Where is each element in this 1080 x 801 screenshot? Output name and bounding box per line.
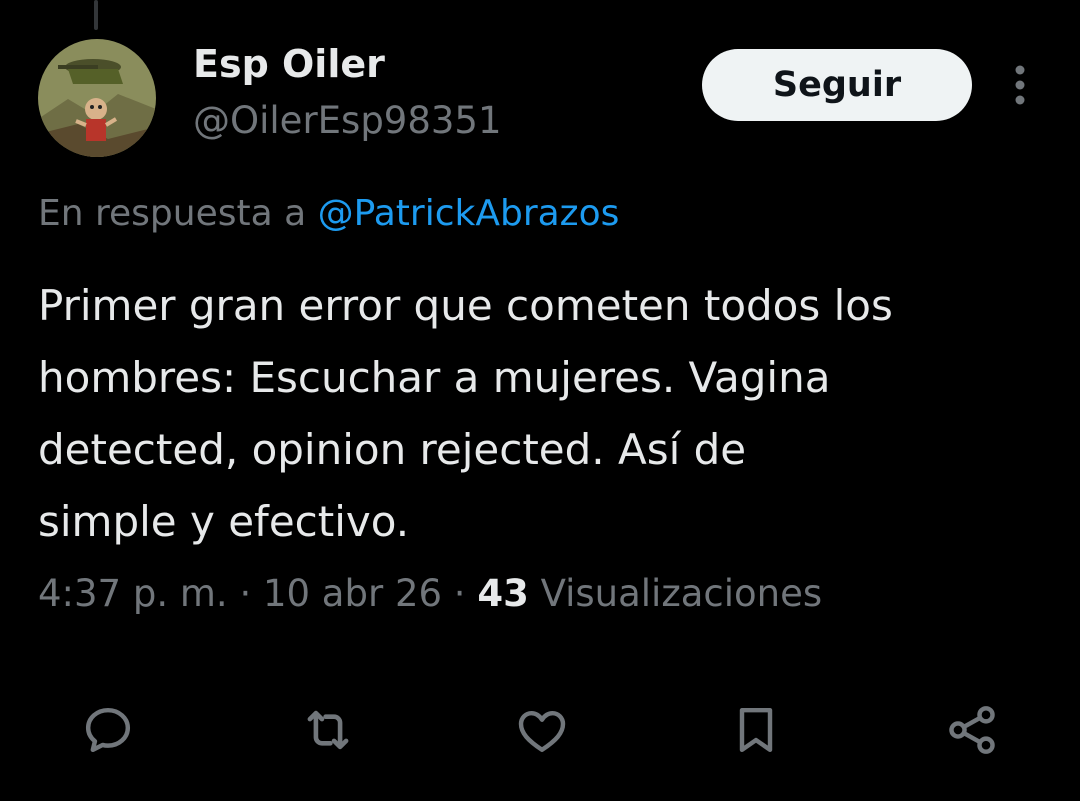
reply-context: En respuesta a @PatrickAbrazos: [38, 193, 619, 234]
bookmark-icon: [739, 707, 773, 753]
tweet-time[interactable]: 4:37 p. m.: [38, 572, 228, 615]
thread-connector-line: [94, 0, 98, 30]
like-button[interactable]: [512, 700, 572, 760]
reply-button[interactable]: [78, 700, 138, 760]
share-button[interactable]: [942, 700, 1002, 760]
avatar[interactable]: [38, 39, 156, 157]
more-vertical-icon: [1015, 65, 1025, 105]
tweet-text: Primer gran error que cometen todos los …: [38, 270, 1048, 558]
action-bar: [0, 700, 1080, 760]
reply-to-link[interactable]: @PatrickAbrazos: [318, 193, 620, 234]
heart-icon: [518, 710, 566, 753]
meta-separator: ·: [453, 572, 466, 615]
author-display-name[interactable]: Esp Oiler: [193, 42, 385, 86]
repost-icon: [307, 710, 349, 750]
reply-prefix: En respuesta a: [38, 193, 307, 234]
views-label: Visualizaciones: [540, 572, 823, 615]
more-options-button[interactable]: [1000, 62, 1040, 108]
bookmark-button[interactable]: [726, 700, 786, 760]
tweet-meta: 4:37 p. m. · 10 abr 26 · 43 Visualizacio…: [38, 572, 822, 615]
tweet-text-line: Primer gran error que cometen todos los: [38, 281, 893, 330]
avatar-image: [38, 39, 156, 157]
views-count: 43: [477, 572, 529, 615]
tweet-text-line: hombres: Escuchar a mujeres. Vagina: [38, 353, 831, 402]
tweet-text-line: detected, opinion rejected. Así de: [38, 425, 747, 474]
follow-button[interactable]: Seguir: [702, 49, 972, 121]
author-handle[interactable]: @OilerEsp98351: [193, 99, 502, 142]
comment-icon: [85, 707, 131, 753]
share-icon: [949, 706, 995, 754]
tweet-date[interactable]: 10 abr 26: [263, 572, 442, 615]
tweet-text-line: simple y efectivo.: [38, 497, 410, 546]
meta-separator: ·: [239, 572, 252, 615]
repost-button[interactable]: [298, 700, 358, 760]
